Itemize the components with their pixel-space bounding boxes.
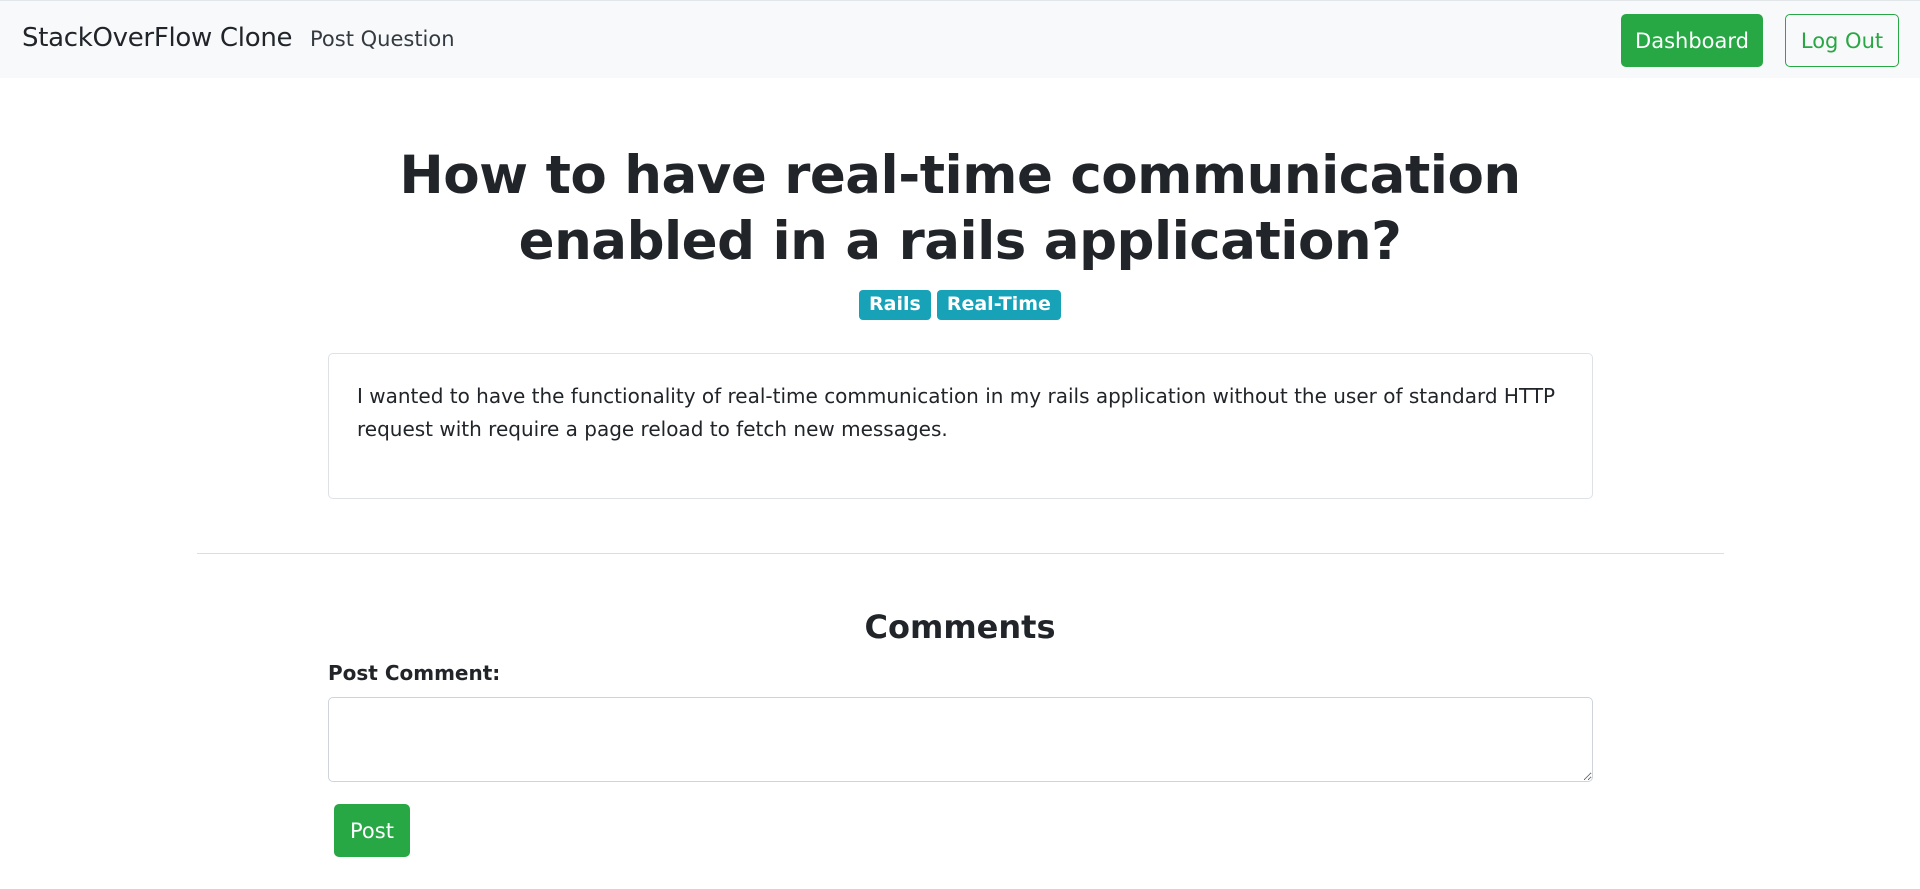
tag-list: Rails Real-Time	[0, 290, 1920, 320]
logout-button[interactable]: Log Out	[1785, 14, 1899, 67]
top-navbar: StackOverFlow Clone Post Question Dashbo…	[0, 0, 1920, 78]
brand-link[interactable]: StackOverFlow Clone	[22, 23, 293, 53]
question-card: I wanted to have the functionality of re…	[328, 353, 1593, 499]
section-divider	[197, 553, 1724, 554]
question-title: How to have real-time communication enab…	[399, 145, 1521, 272]
post-comment-button[interactable]: Post	[334, 804, 410, 857]
post-comment-label: Post Comment:	[328, 661, 501, 685]
dashboard-button[interactable]: Dashboard	[1621, 14, 1763, 67]
comment-textarea[interactable]	[328, 697, 1593, 782]
question-body: I wanted to have the functionality of re…	[357, 384, 1556, 441]
tag-badge-real-time[interactable]: Real-Time	[936, 290, 1061, 320]
comments-heading: Comments	[864, 608, 1056, 646]
tag-badge-rails[interactable]: Rails	[859, 290, 931, 320]
nav-link-post-question[interactable]: Post Question	[310, 27, 455, 51]
